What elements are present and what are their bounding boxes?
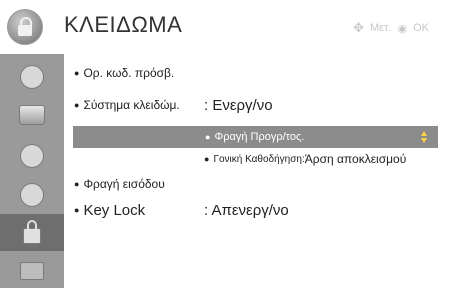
hint-ok-label: OK xyxy=(413,22,429,34)
lock-icon xyxy=(23,219,41,244)
menu-item-parental-guidance[interactable]: ● Γονική Καθοδήγηση: Άρση αποκλεισμού xyxy=(64,148,449,170)
sidebar-item-option[interactable] xyxy=(0,252,64,289)
sidebar-item-audio[interactable] xyxy=(0,137,64,174)
sidebar-item-time[interactable] xyxy=(0,176,64,213)
key-hints: ✥ Μετ. ◉ OK xyxy=(353,20,429,36)
menu-item-input-block[interactable]: ● Φραγή εισόδου xyxy=(64,173,449,195)
menu-item-pin[interactable]: ● Ορ. κωδ. πρόσβ. xyxy=(64,62,449,84)
lock-system-value: : Ενεργ/νο xyxy=(204,96,273,114)
key-lock-label: Key Lock xyxy=(83,201,146,219)
input-block-label: Φραγή εισόδου xyxy=(83,177,165,191)
ok-button-icon: ◉ xyxy=(397,22,408,35)
up-down-spinner-icon[interactable] xyxy=(417,129,431,145)
menu-header: ΚΛΕΙΔΩΜΑ ✥ Μετ. ◉ OK xyxy=(0,0,449,52)
lock-menu: ● Ορ. κωδ. πρόσβ. ● Σύστημα κλειδώμ. : Ε… xyxy=(64,54,449,288)
key-lock-value: : Απενεργ/νο xyxy=(204,201,289,219)
page-title: ΚΛΕΙΔΩΜΑ xyxy=(64,12,183,37)
category-sidebar xyxy=(0,54,64,288)
lock-system-label: Σύστημα κλειδώμ. xyxy=(83,98,180,112)
speaker-icon xyxy=(20,143,44,168)
sidebar-item-lock[interactable] xyxy=(0,214,64,251)
menu-item-block-program[interactable]: ● Φραγή Προγρ/τος. xyxy=(73,126,438,148)
screen-icon xyxy=(19,104,45,125)
block-program-label: Φραγή Προγρ/τος. xyxy=(214,131,305,143)
sidebar-item-screen[interactable] xyxy=(0,96,64,133)
lock-icon xyxy=(7,9,43,45)
pin-label: Ορ. κωδ. πρόσβ. xyxy=(83,66,175,80)
picture-icon xyxy=(20,64,44,89)
navigate-arrows-icon: ✥ xyxy=(353,20,365,35)
sidebar-item-picture[interactable] xyxy=(0,58,64,95)
menu-item-lock-system[interactable]: ● Σύστημα κλειδώμ. : Ενεργ/νο xyxy=(64,94,449,116)
clock-icon xyxy=(20,182,44,207)
menu-item-key-lock[interactable]: ● Key Lock : Απενεργ/νο xyxy=(64,199,449,221)
parental-value: Άρση αποκλεισμού xyxy=(304,152,407,166)
hint-move-label: Μετ. xyxy=(370,22,392,34)
parental-label: Γονική Καθοδήγηση: xyxy=(213,153,305,165)
option-icon xyxy=(20,261,44,280)
